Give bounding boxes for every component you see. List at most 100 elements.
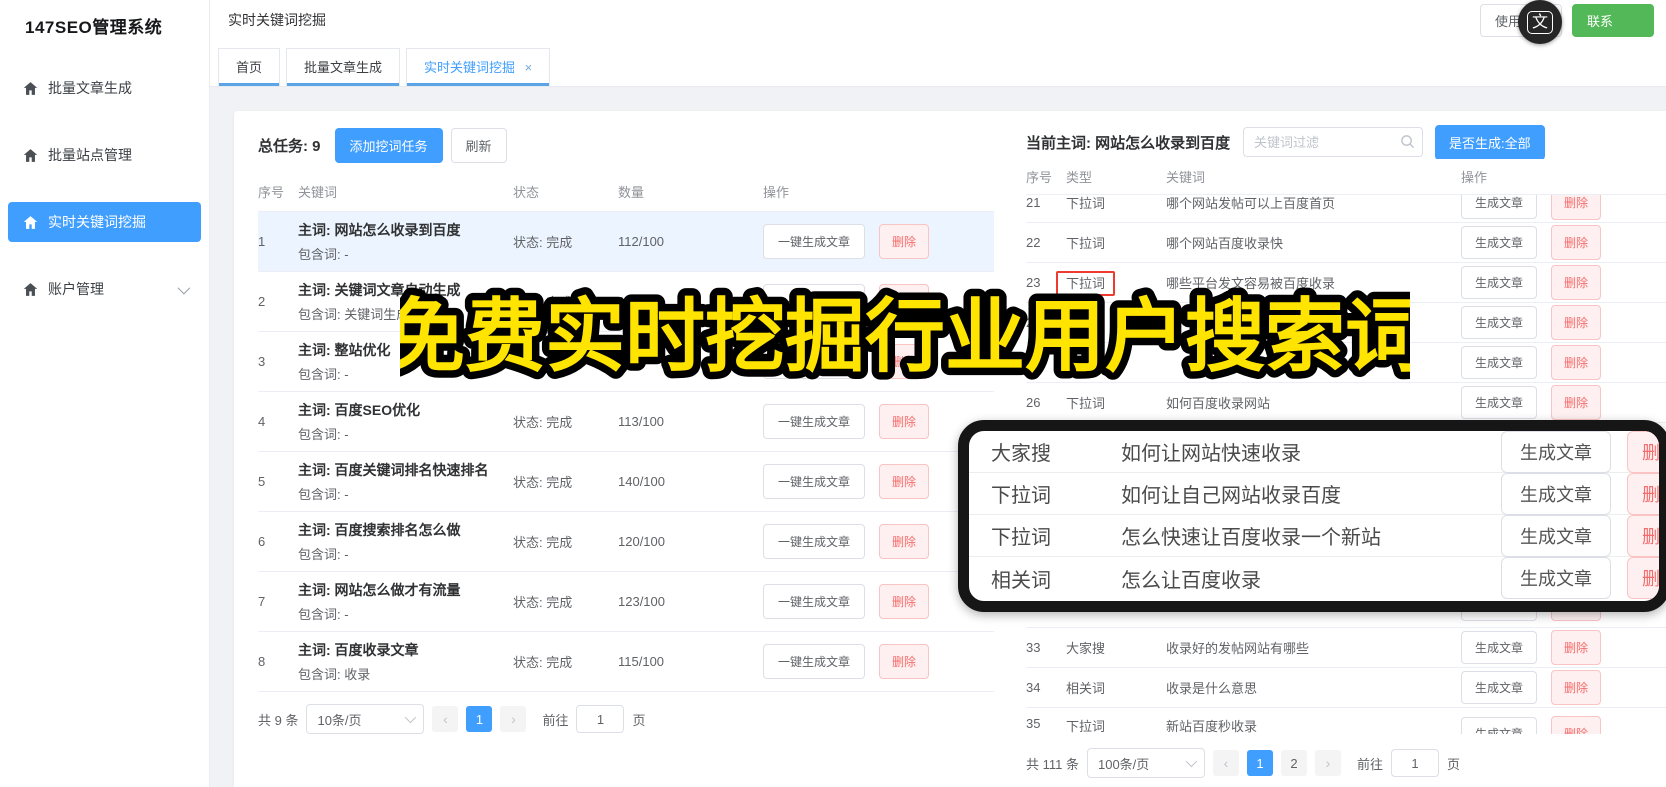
next-page-button[interactable]: › — [500, 706, 527, 732]
table-row[interactable]: 2 主词: 关键词文章自动生成 包含词: 关键词生成 状态: 完成 100/10… — [258, 272, 994, 332]
page-number-button[interactable]: 1 — [466, 706, 493, 732]
keyword-filter-input[interactable] — [1243, 127, 1423, 157]
delete-button[interactable]: 删除 — [879, 344, 930, 379]
generate-article-button[interactable]: 生成文章 — [1461, 346, 1538, 379]
generate-article-button[interactable]: 一键生成文章 — [763, 584, 866, 619]
prev-page-button[interactable]: ‹ — [432, 706, 459, 732]
generate-article-button[interactable]: 生成文章 — [1461, 717, 1538, 734]
delete-button[interactable]: 删除 — [1627, 514, 1659, 557]
add-task-button[interactable]: 添加挖词任务 — [334, 127, 443, 163]
table-row: 21 下拉词 哪个网站发帖可以上百度首页 生成文章 删除 — [1026, 195, 1666, 223]
delete-button[interactable]: 删除 — [1551, 195, 1602, 220]
delete-button[interactable]: 删除 — [1551, 630, 1602, 665]
delete-button[interactable]: 删除 — [879, 464, 930, 499]
delete-button[interactable]: 删除 — [1551, 716, 1602, 734]
table-row[interactable]: 6 主词: 百度搜索排名怎么做 包含词: - 状态: 完成 120/100 一键… — [258, 512, 994, 572]
sidebar-item[interactable]: 账户管理 — [8, 269, 201, 309]
prev-page-button[interactable]: ‹ — [1212, 750, 1239, 776]
floating-text-badge-icon[interactable]: 文 — [1518, 0, 1562, 44]
zoomed-table-row: 大家搜 如何让网站快速收录 生成文章 删除 — [969, 431, 1659, 473]
row-type: 下拉词 — [1066, 719, 1106, 734]
delete-button[interactable]: 删除 — [1627, 472, 1659, 515]
row-seq: 6 — [258, 534, 266, 549]
main-area: 实时关键词挖掘 使用教程 联系 首页 批量文章生成 实时关键词挖掘 × — [210, 0, 1666, 787]
generate-article-button[interactable]: 生成文章 — [1461, 671, 1538, 704]
delete-button[interactable]: 删除 — [1551, 345, 1602, 380]
generate-article-button[interactable]: 生成文章 — [1461, 266, 1538, 299]
row-status: 状态: 完成 — [513, 475, 573, 490]
generate-article-button[interactable]: 一键生成文章 — [763, 344, 866, 379]
sidebar-item[interactable]: 批量文章生成 — [8, 68, 201, 108]
delete-button[interactable]: 删除 — [1627, 431, 1659, 473]
row-type: 相关词 — [991, 569, 1051, 592]
generate-article-button[interactable]: 一键生成文章 — [763, 524, 866, 559]
delete-button[interactable]: 删除 — [879, 584, 930, 619]
goto-label: 前往 — [542, 712, 569, 728]
generate-article-button[interactable]: 生成文章 — [1461, 226, 1538, 259]
generate-article-button[interactable]: 一键生成文章 — [763, 284, 866, 319]
tab[interactable]: 实时关键词挖掘 × — [406, 48, 551, 86]
table-row: 22 下拉词 哪个网站百度收录快 生成文章 删除 — [1026, 223, 1666, 263]
page-number-button[interactable]: 1 — [1246, 750, 1273, 776]
sidebar-item[interactable]: 实时关键词挖掘 — [8, 202, 201, 242]
goto-page-input[interactable] — [1391, 749, 1439, 777]
column-header-status: 状态 — [513, 185, 540, 200]
table-row[interactable]: 8 主词: 百度收录文章 包含词: 收录 状态: 完成 115/100 一键生成… — [258, 632, 994, 692]
task-pagination: 共 9 条 10条/页 ‹ 1 › 前往 页 — [258, 704, 994, 734]
delete-button[interactable]: 删除 — [1551, 385, 1602, 420]
sidebar-item[interactable]: 批量站点管理 — [8, 135, 201, 175]
delete-button[interactable]: 删除 — [879, 224, 930, 259]
refresh-button[interactable]: 刷新 — [450, 127, 507, 163]
row-type: 下拉词 — [1066, 316, 1106, 331]
generate-article-button[interactable]: 生成文章 — [1501, 514, 1611, 557]
delete-button[interactable]: 删除 — [1551, 670, 1602, 705]
table-row[interactable]: 4 主词: 百度SEO优化 包含词: - 状态: 完成 113/100 一键生成… — [258, 392, 994, 452]
delete-button[interactable]: 删除 — [1551, 265, 1602, 300]
delete-button[interactable]: 删除 — [879, 644, 930, 679]
keyword-filter — [1243, 127, 1423, 157]
table-row: 34 相关词 收录是什么意思 生成文章 删除 — [1026, 668, 1666, 708]
generate-article-button[interactable]: 一键生成文章 — [763, 224, 866, 259]
generate-article-button[interactable]: 生成文章 — [1461, 195, 1538, 219]
tab[interactable]: 首页 — [218, 48, 281, 86]
delete-button[interactable]: 删除 — [1551, 225, 1602, 260]
row-keyword: 如何让自己网站收录百度 — [1121, 485, 1341, 507]
page-size-select[interactable]: 10条/页 — [306, 704, 425, 734]
delete-button[interactable]: 删除 — [1627, 557, 1659, 599]
generate-article-button[interactable]: 一键生成文章 — [763, 644, 866, 679]
goto-page-input[interactable] — [576, 705, 625, 733]
next-page-button[interactable]: › — [1314, 750, 1341, 776]
generate-article-button[interactable]: 生成文章 — [1501, 557, 1611, 599]
generate-article-button[interactable]: 生成文章 — [1461, 386, 1538, 419]
generate-all-button[interactable]: 是否生成:全部 — [1435, 124, 1545, 160]
generate-article-button[interactable]: 一键生成文章 — [763, 404, 866, 439]
generate-article-button[interactable]: 生成文章 — [1501, 472, 1611, 515]
table-row[interactable]: 1 主词: 网站怎么收录到百度 包含词: - 状态: 完成 112/100 一键… — [258, 212, 994, 272]
contact-button[interactable]: 联系 — [1571, 3, 1654, 37]
sidebar-item-label: 账户管理 — [48, 281, 104, 297]
row-main-keyword: 主词: 百度搜索排名怎么做 — [298, 522, 461, 538]
delete-button[interactable]: 删除 — [879, 404, 930, 439]
table-row[interactable]: 5 主词: 百度关键词排名快速排名 包含词: - 状态: 完成 140/100 … — [258, 452, 994, 512]
generate-article-button[interactable]: 一键生成文章 — [763, 464, 866, 499]
delete-button[interactable]: 删除 — [1551, 305, 1602, 340]
keyword-pagination: 共 111 条 100条/页 ‹ 12 › 前往 页 — [1026, 748, 1666, 778]
table-row[interactable]: 3 主词: 整站优化 包含词: - 状态: 完成 一键生成文章 删除 — [258, 332, 994, 392]
tab[interactable]: 批量文章生成 — [286, 48, 401, 86]
tab-close-icon[interactable]: × — [525, 60, 533, 75]
page-number-button[interactable]: 2 — [1280, 750, 1307, 776]
delete-button[interactable]: 删除 — [879, 284, 930, 319]
row-status: 状态: 完成 — [513, 415, 573, 430]
row-type: 大家搜 — [991, 443, 1051, 465]
table-row: 26 下拉词 如何百度收录网站 生成文章 删除 — [1026, 383, 1666, 423]
row-keyword: 如何百度收录网站 — [1166, 396, 1271, 411]
generate-article-button[interactable]: 生成文章 — [1461, 631, 1538, 664]
generate-article-button[interactable]: 生成文章 — [1501, 431, 1611, 473]
sidebar-menu: 批量文章生成 批量站点管理 实时关键词挖掘 账户管理 — [0, 68, 209, 309]
delete-button[interactable]: 删除 — [879, 524, 930, 559]
table-row[interactable]: 7 主词: 网站怎么做才有流量 包含词: - 状态: 完成 123/100 一键… — [258, 572, 994, 632]
generate-article-button[interactable]: 生成文章 — [1461, 306, 1538, 339]
page-size-select[interactable]: 100条/页 — [1086, 748, 1205, 778]
sidebar-item-label: 批量文章生成 — [48, 80, 132, 96]
home-icon — [22, 214, 39, 231]
